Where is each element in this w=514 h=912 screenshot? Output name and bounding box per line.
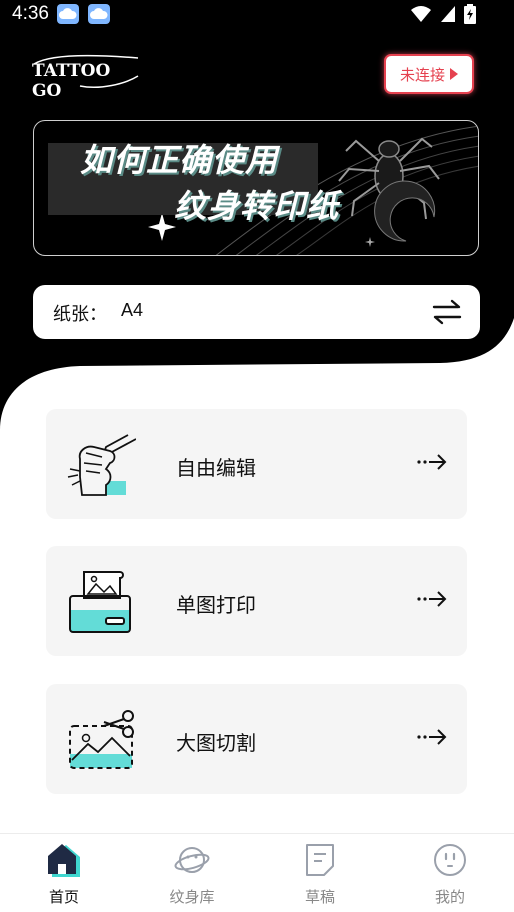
large-cut-card[interactable]: 大图切割 (46, 684, 467, 794)
tutorial-banner[interactable]: 如何正确使用 纹身转印纸 (33, 120, 479, 256)
banner-title-line2: 纹身转印纸 (174, 187, 340, 225)
cloud-icon (57, 4, 79, 24)
tab-home-label: 首页 (48, 888, 79, 906)
scissors-cut-icon (69, 710, 134, 769)
planet-icon (174, 847, 210, 873)
cloud-icon (88, 4, 110, 24)
draft-icon (306, 844, 334, 876)
free-edit-card[interactable]: 自由编辑 (46, 409, 467, 519)
logo-text: TATTOO GO (32, 61, 111, 101)
arrow-right-icon (417, 729, 447, 745)
tab-profile-label: 我的 (434, 888, 465, 906)
tab-drafts-label: 草稿 (304, 888, 335, 906)
tab-drafts[interactable]: 草稿 (256, 834, 384, 912)
tab-profile[interactable]: 我的 (386, 834, 514, 912)
swap-icon[interactable] (432, 298, 462, 326)
status-bar: 4:36 (0, 0, 514, 28)
tab-home[interactable]: 首页 (0, 834, 128, 912)
hand-drawing-icon (67, 434, 136, 496)
battery-icon (464, 4, 476, 24)
connect-status-label: 未连接 (399, 65, 445, 84)
free-edit-label: 自由编辑 (176, 456, 256, 480)
printer-icon (69, 571, 131, 633)
home-icon (48, 844, 80, 877)
face-icon (434, 844, 466, 876)
banner-title-line1: 如何正确使用 (80, 141, 279, 179)
status-time: 4:36 (12, 3, 49, 24)
paper-label: 纸张： (53, 304, 107, 325)
signal-icon (441, 6, 455, 22)
paper-value: A4 (121, 300, 144, 320)
single-print-card[interactable]: 单图打印 (46, 546, 467, 656)
single-print-label: 单图打印 (176, 593, 256, 617)
arrow-right-icon (417, 454, 447, 470)
bottom-navigation: 首页 纹身库 草稿 我的 (0, 833, 514, 912)
app-logo: TATTOO GO (30, 50, 142, 101)
tab-tattoo-library-label: 纹身库 (169, 888, 215, 906)
connect-device-button[interactable]: 未连接 (384, 54, 474, 94)
paper-size-selector[interactable]: 纸张： A4 (33, 285, 480, 339)
tab-tattoo-library[interactable]: 纹身库 (128, 834, 256, 912)
wifi-icon (411, 6, 431, 22)
play-icon (450, 68, 458, 80)
large-cut-label: 大图切割 (176, 731, 256, 755)
arrow-right-icon (417, 591, 447, 607)
